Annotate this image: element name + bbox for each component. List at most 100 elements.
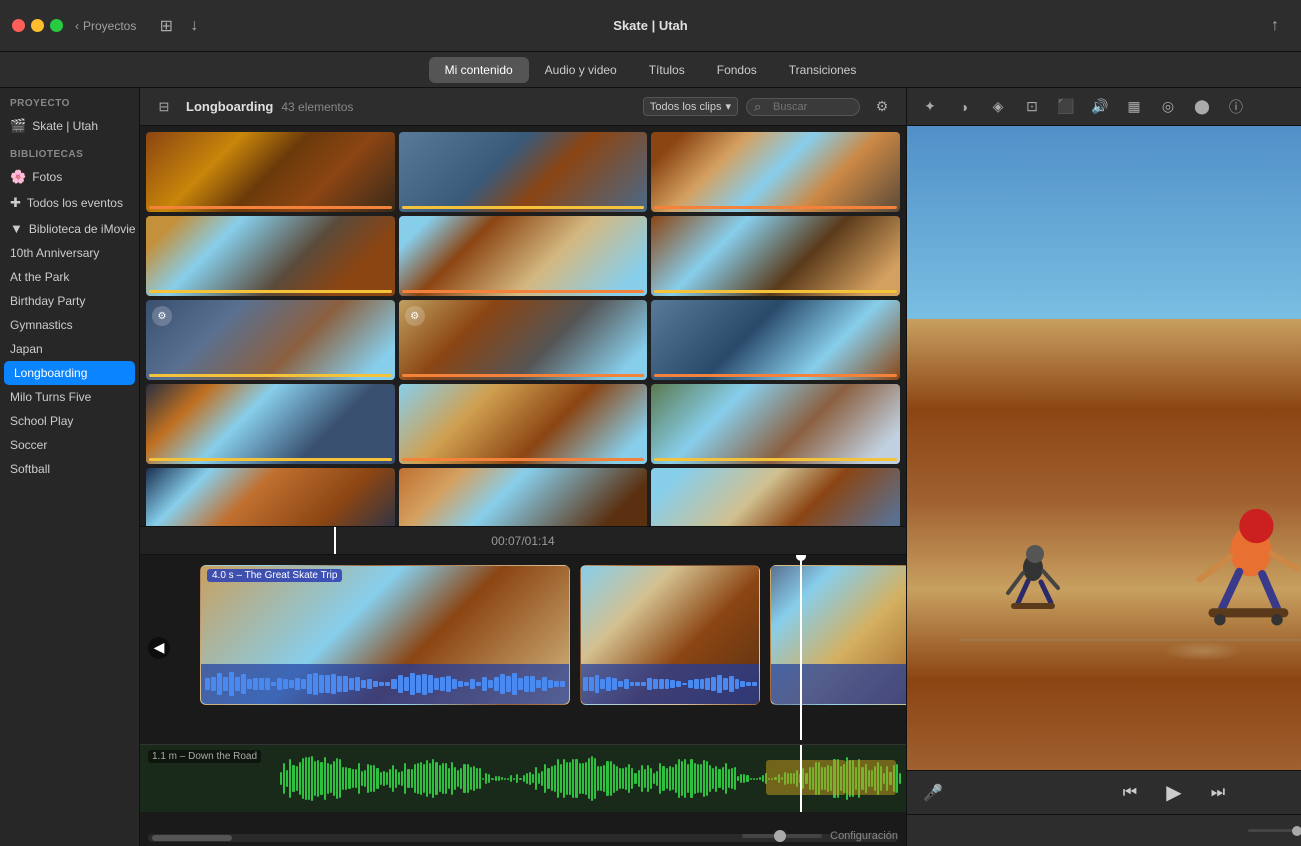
- close-button[interactable]: [12, 19, 25, 32]
- japan-label: Japan: [10, 342, 43, 356]
- timeline-clip-2[interactable]: [580, 565, 760, 705]
- main-layout: PROYECTO 🎬 Skate | Utah BIBLIOTECAS 🌸 Fo…: [0, 88, 1301, 846]
- grid-view-button[interactable]: ⊞: [152, 12, 180, 40]
- back-label: Proyectos: [83, 19, 136, 33]
- search-input[interactable]: [753, 101, 853, 113]
- time-total: 01:14: [525, 534, 555, 548]
- timeline-tracks[interactable]: ◀ 4.0 s – The Great Skate Trip: [140, 555, 906, 740]
- film-icon: 🎬: [10, 118, 26, 134]
- skip-back-button[interactable]: ⏮: [1116, 779, 1144, 807]
- sidebar-item-milo-turns-five[interactable]: Milo Turns Five: [0, 385, 139, 409]
- maximize-button[interactable]: [50, 19, 63, 32]
- play-pause-button[interactable]: ▶: [1160, 779, 1188, 807]
- browser-title: Longboarding: [186, 99, 273, 114]
- sidebar-item-longboarding[interactable]: Longboarding: [4, 361, 135, 385]
- clip-progress-bar: [402, 374, 645, 377]
- playback-controls: 🎤 ⏮ ▶ ⏭ ↖ ⤢: [907, 770, 1301, 814]
- clip-grid: ⚙ ⚙: [140, 126, 906, 526]
- sidebar-item-soccer[interactable]: Soccer: [0, 433, 139, 457]
- share-button[interactable]: ↑: [1261, 12, 1289, 40]
- sidebar-item-fotos[interactable]: 🌸 Fotos: [0, 164, 139, 190]
- clip-progress-bar: [402, 206, 645, 209]
- clip-thumb[interactable]: [399, 468, 648, 526]
- search-box[interactable]: [746, 98, 860, 116]
- clip-progress-bar: [654, 458, 897, 461]
- clip-thumb[interactable]: [651, 132, 900, 212]
- color-icon[interactable]: ◑: [951, 94, 977, 120]
- import-button[interactable]: ↓: [180, 12, 208, 40]
- all-events-label: Todos los eventos: [27, 196, 123, 210]
- window-title: Skate | Utah: [613, 18, 687, 33]
- tab-titulos[interactable]: Títulos: [633, 57, 701, 83]
- volume-thumb[interactable]: [1292, 826, 1301, 836]
- config-label: Configuración: [830, 830, 898, 842]
- clip-progress-bar: [149, 374, 392, 377]
- volume-slider[interactable]: [1248, 829, 1301, 832]
- tabbar: Mi contenido Audio y video Títulos Fondo…: [0, 52, 1301, 88]
- timeline-clip-1[interactable]: 4.0 s – The Great Skate Trip: [200, 565, 570, 705]
- sidebar-item-10th-anniversary[interactable]: 10th Anniversary: [0, 241, 139, 265]
- clip-thumb[interactable]: [651, 384, 900, 464]
- scroll-left-button[interactable]: ◀: [148, 637, 170, 659]
- sidebar-item-at-the-park[interactable]: At the Park: [0, 265, 139, 289]
- sidebar-item-birthday-party[interactable]: Birthday Party: [0, 289, 139, 313]
- clip-thumb[interactable]: [651, 300, 900, 380]
- clip-thumb[interactable]: [651, 468, 900, 526]
- tab-transiciones[interactable]: Transiciones: [773, 57, 873, 83]
- clip-row-2: [146, 216, 900, 296]
- sidebar-item-japan[interactable]: Japan: [0, 337, 139, 361]
- palette-icon[interactable]: ◈: [985, 94, 1011, 120]
- clip-progress-bar: [402, 458, 645, 461]
- chart-icon[interactable]: ▦: [1121, 94, 1147, 120]
- preview-area: ✦ ◑ ◈ ⊡ ⬛ 🔊 ▦ ◎ ⬤ ⓘ Restablecer todo: [906, 88, 1301, 846]
- clip-thumb[interactable]: [146, 468, 395, 526]
- filmstrip-icon[interactable]: ⊟: [150, 93, 178, 121]
- track-container: ◀ 4.0 s – The Great Skate Trip: [140, 555, 906, 740]
- crop-icon[interactable]: ⊡: [1019, 94, 1045, 120]
- person-icon[interactable]: ⬤: [1189, 94, 1215, 120]
- clip-thumb[interactable]: ⚙: [146, 300, 395, 380]
- audio-track-label: 1.1 m – Down the Road: [148, 750, 261, 763]
- volume-icon[interactable]: 🔊: [1087, 94, 1113, 120]
- clip-thumb[interactable]: ⚙: [399, 300, 648, 380]
- sidebar-item-todos-eventos[interactable]: ✚ Todos los eventos: [0, 190, 139, 216]
- tab-audio-video[interactable]: Audio y video: [529, 57, 633, 83]
- tab-fondos[interactable]: Fondos: [701, 57, 773, 83]
- microphone-button[interactable]: 🎤: [919, 779, 947, 807]
- sidebar-item-softball[interactable]: Softball: [0, 457, 139, 481]
- sidebar-item-skate-utah[interactable]: 🎬 Skate | Utah: [0, 113, 139, 139]
- sidebar-item-gymnastics[interactable]: Gymnastics: [0, 313, 139, 337]
- clip-thumb[interactable]: [651, 216, 900, 296]
- birthday-party-label: Birthday Party: [10, 294, 85, 308]
- magic-wand-icon[interactable]: ✦: [917, 94, 943, 120]
- config-bar: Configuración: [742, 830, 898, 842]
- clip-thumb[interactable]: [146, 384, 395, 464]
- audio-highlight-2: [846, 760, 896, 795]
- clip-waveform-2: [581, 664, 759, 704]
- tab-mi-contenido[interactable]: Mi contenido: [429, 57, 529, 83]
- clip-label-1: 4.0 s – The Great Skate Trip: [207, 569, 342, 582]
- sidebar-item-imovie-library[interactable]: ▼ Biblioteca de iMovie: [0, 216, 139, 241]
- clip-thumb[interactable]: [146, 216, 395, 296]
- soccer-label: Soccer: [10, 438, 47, 452]
- info-icon[interactable]: ⓘ: [1223, 94, 1249, 120]
- zoom-thumb[interactable]: [774, 830, 786, 842]
- camera-icon[interactable]: ⬛: [1053, 94, 1079, 120]
- speed-icon[interactable]: ◎: [1155, 94, 1181, 120]
- clip-thumb[interactable]: [146, 132, 395, 212]
- back-button[interactable]: ‹ Proyectos: [75, 19, 136, 33]
- cursor-head: [796, 555, 806, 561]
- timeline-clip-3[interactable]: [770, 565, 906, 705]
- softball-label: Softball: [10, 462, 50, 476]
- zoom-slider[interactable]: [742, 834, 822, 838]
- settings-icon[interactable]: ⚙: [868, 93, 896, 121]
- scrollbar-thumb[interactable]: [152, 835, 232, 841]
- sidebar-item-school-play[interactable]: School Play: [0, 409, 139, 433]
- clip-filter-dropdown[interactable]: Todos los clips ▾: [643, 97, 738, 116]
- minimize-button[interactable]: [31, 19, 44, 32]
- skip-forward-button[interactable]: ⏭: [1204, 779, 1232, 807]
- clip-thumb[interactable]: [399, 384, 648, 464]
- clip-thumb[interactable]: [399, 132, 648, 212]
- clip-thumb[interactable]: [399, 216, 648, 296]
- disclosure-triangle-icon: ▼: [10, 221, 23, 236]
